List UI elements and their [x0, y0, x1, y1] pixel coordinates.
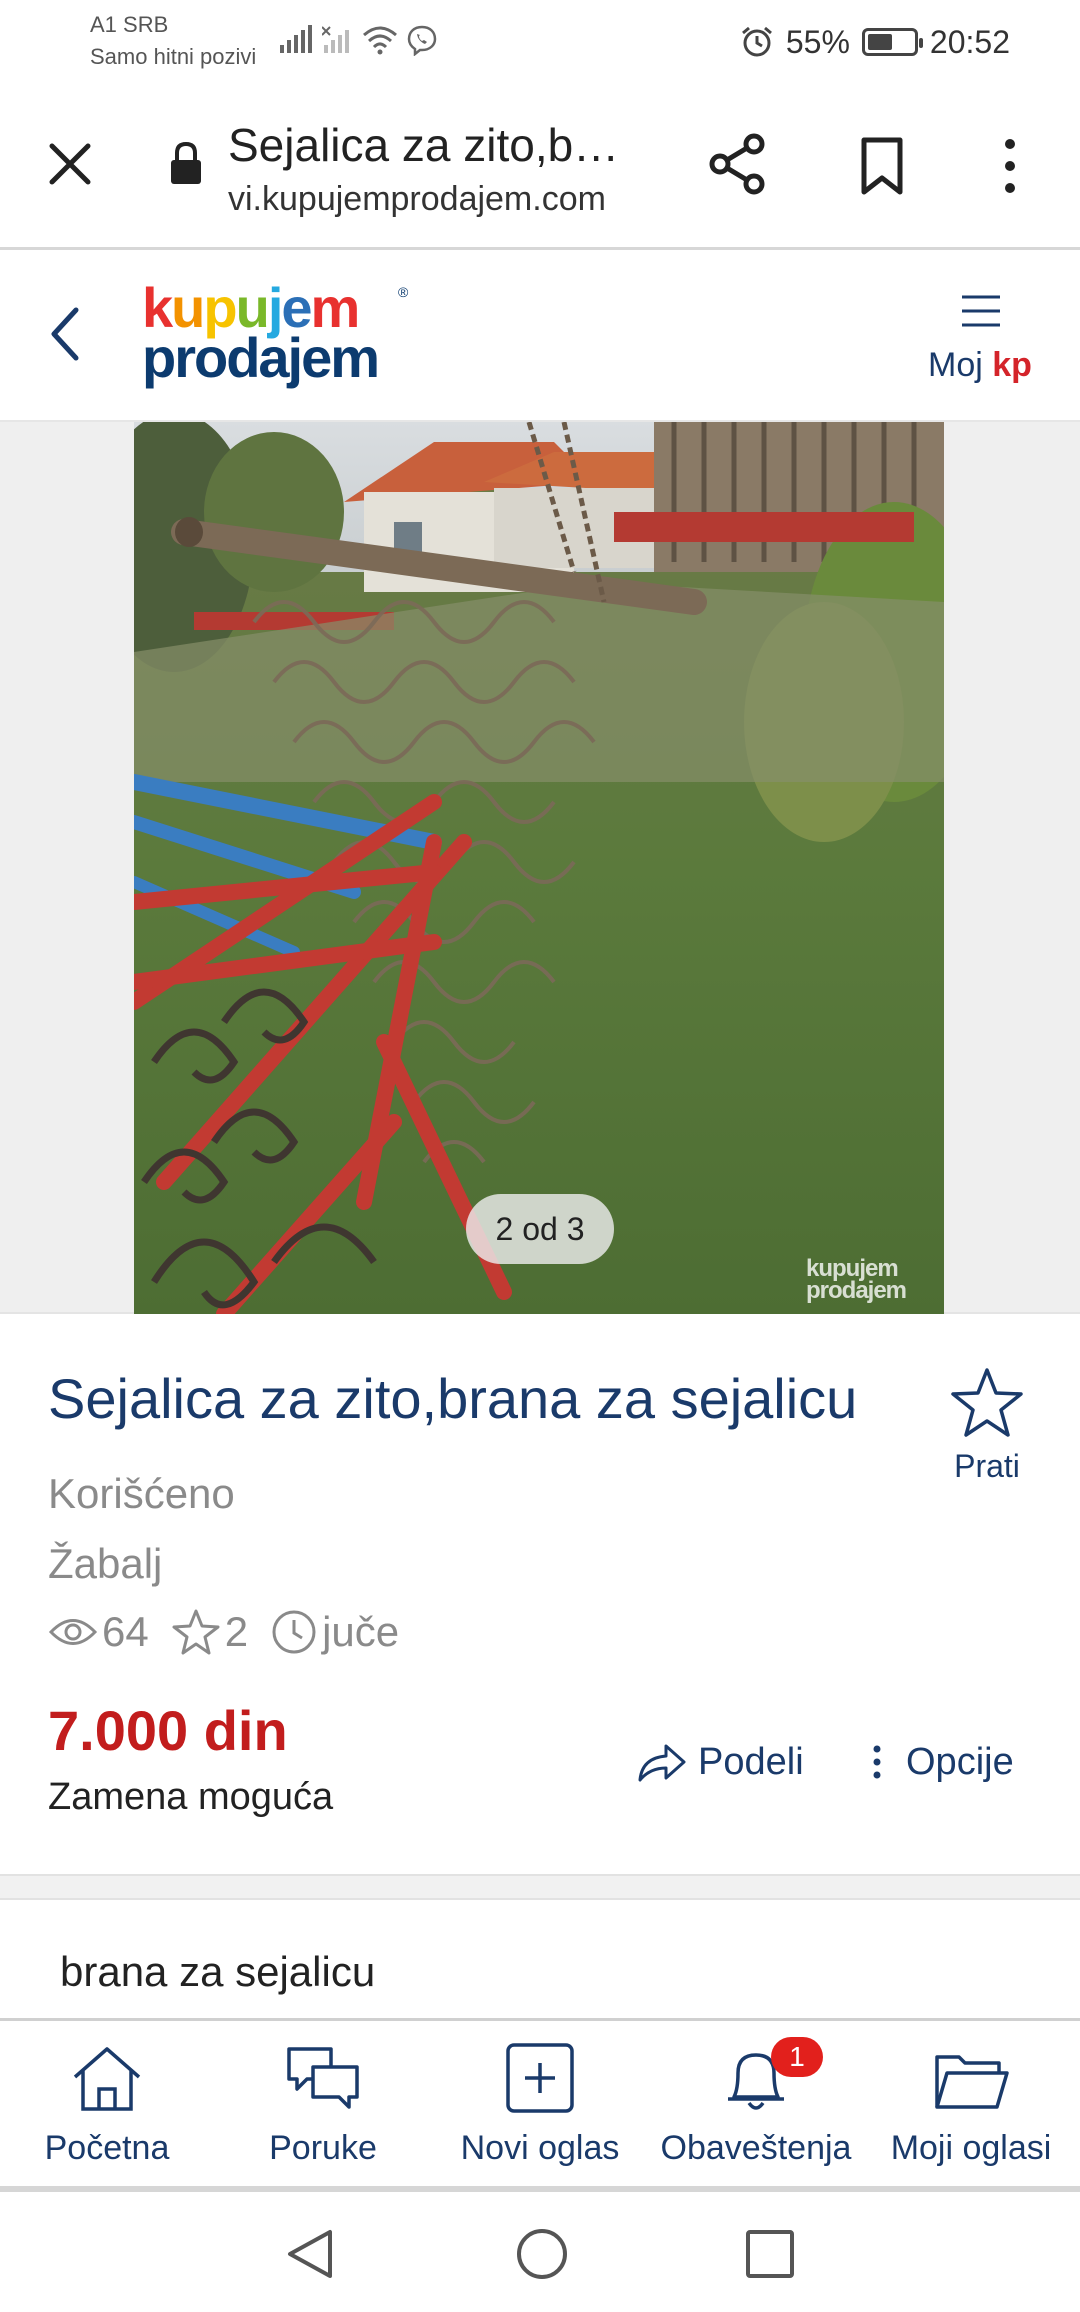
follow-button[interactable]: Prati — [944, 1366, 1030, 1486]
listing-photo[interactable] — [134, 422, 944, 1314]
watermark-bottom: prodajem — [806, 1277, 907, 1304]
bottom-navigation: Početna Poruke Novi oglas 1 Obaveštenja — [0, 2018, 1080, 2186]
browser-toolbar: Sejalica za zito,b… vi.kupujemprodajem.c… — [0, 88, 1080, 250]
browser-url[interactable]: vi.kupujemprodajem.com — [228, 180, 606, 219]
alarm-icon — [741, 26, 772, 57]
nav-item-messages[interactable]: Poruke — [218, 2021, 428, 2189]
status-bar: A1 SRB Samo hitni pozivi 55% 20:52 — [0, 0, 1080, 88]
share-label: Podeli — [698, 1740, 804, 1783]
nav-label-notifications: Obaveštenja — [660, 2129, 852, 2167]
exchange-note: Zamena moguća — [48, 1776, 334, 1818]
nav-item-home[interactable]: Početna — [2, 2021, 212, 2189]
carrier-name: A1 SRB — [90, 12, 169, 37]
wifi-icon — [363, 26, 397, 55]
follow-label: Prati — [954, 1448, 1020, 1484]
nav-item-my-ads[interactable]: Moji oglasi — [866, 2021, 1076, 2189]
eye-icon — [48, 1619, 98, 1645]
status-icons-left — [278, 20, 438, 60]
messages-icon — [287, 2047, 359, 2109]
nav-item-notifications[interactable]: 1 Obaveštenja — [651, 2021, 861, 2189]
ad-stats: 64 2 juče — [48, 1604, 421, 1660]
status-icons-right: 55% 20:52 — [740, 20, 1010, 64]
notification-badge: 1 — [771, 2037, 823, 2077]
vertical-dots-icon — [873, 1745, 881, 1779]
image-counter: 2 od 3 — [466, 1194, 614, 1264]
moj-kp-menu[interactable]: Moj kp — [928, 294, 1038, 394]
nav-item-new-ad[interactable]: Novi oglas — [435, 2021, 645, 2189]
signal-icon — [280, 25, 312, 53]
clock-icon — [272, 1610, 316, 1654]
share-arrow-icon — [638, 1744, 686, 1782]
ad-description: brana za sejalicu — [60, 1948, 376, 1995]
no-signal-icon — [322, 26, 349, 53]
system-navigation-bar — [0, 2192, 1080, 2312]
ad-price: 7.000 din — [48, 1699, 288, 1762]
posted-stat: juče — [270, 1608, 399, 1656]
kp-brand-text: kp — [992, 346, 1032, 384]
carrier-note: Samo hitni pozivi — [90, 44, 257, 69]
folder-icon — [935, 2055, 1009, 2109]
moj-kp-label: Moj kp — [928, 346, 1032, 385]
views-stat: 64 — [48, 1608, 149, 1656]
share-icon[interactable] — [708, 132, 768, 196]
ad-details: Sejalica za zito,brana za sejalicu Prati… — [0, 1314, 1080, 1874]
back-arrow-icon[interactable] — [44, 304, 84, 364]
moj-label-text: Moj — [928, 346, 993, 384]
ad-location: Žabalj — [48, 1540, 163, 1587]
photo-watermark: kupujem prodajem — [806, 1257, 930, 1308]
nav-label-new-ad: Novi oglas — [460, 2129, 620, 2167]
share-button[interactable]: Podeli — [636, 1732, 804, 1792]
bookmark-icon[interactable] — [856, 136, 908, 196]
nav-label-home: Početna — [44, 2129, 170, 2167]
ad-condition: Korišćeno — [48, 1470, 235, 1517]
posted-date: juče — [322, 1608, 400, 1655]
star-icon — [172, 1609, 220, 1655]
clock: 20:52 — [929, 23, 1010, 60]
harrow-photo-illustration — [134, 422, 944, 1314]
battery-icon — [861, 28, 923, 56]
home-icon — [73, 2047, 141, 2111]
system-recents-icon[interactable] — [742, 2226, 798, 2282]
site-logo[interactable]: kupujem prodajem ® — [142, 280, 412, 392]
nav-label-my-ads: Moji oglasi — [890, 2129, 1052, 2167]
browser-page-title[interactable]: Sejalica za zito,b… — [228, 118, 619, 172]
page: A1 SRB Samo hitni pozivi 55% 20:52 Sejal… — [0, 0, 1080, 2312]
site-header: kupujem prodajem ® Moj kp — [0, 250, 1080, 422]
favorites-count: 2 — [224, 1608, 249, 1655]
battery-percent: 55% — [785, 23, 850, 60]
nav-label-messages: Poruke — [269, 2129, 377, 2167]
logo-word-prodajem: prodajem — [142, 326, 380, 389]
options-button[interactable]: Opcije — [872, 1732, 1014, 1792]
battery-level — [867, 34, 893, 50]
close-icon[interactable] — [44, 138, 96, 190]
views-count: 64 — [102, 1608, 149, 1655]
image-gallery[interactable]: 2 od 3 kupujem prodajem — [0, 422, 1080, 1314]
section-divider — [0, 1874, 1080, 1900]
registered-mark: ® — [398, 284, 409, 300]
viber-icon — [407, 25, 437, 56]
ad-title: Sejalica za zito,brana za sejalicu — [48, 1367, 858, 1430]
more-options-icon[interactable] — [996, 136, 1024, 196]
favorites-stat: 2 — [171, 1608, 248, 1656]
add-ad-icon — [506, 2043, 574, 2113]
system-home-icon[interactable] — [514, 2224, 570, 2284]
lock-icon[interactable] — [168, 140, 204, 188]
hamburger-icon — [962, 295, 1000, 327]
star-outline-icon — [951, 1368, 1023, 1437]
options-label: Opcije — [906, 1740, 1014, 1783]
system-back-icon[interactable] — [282, 2224, 338, 2284]
